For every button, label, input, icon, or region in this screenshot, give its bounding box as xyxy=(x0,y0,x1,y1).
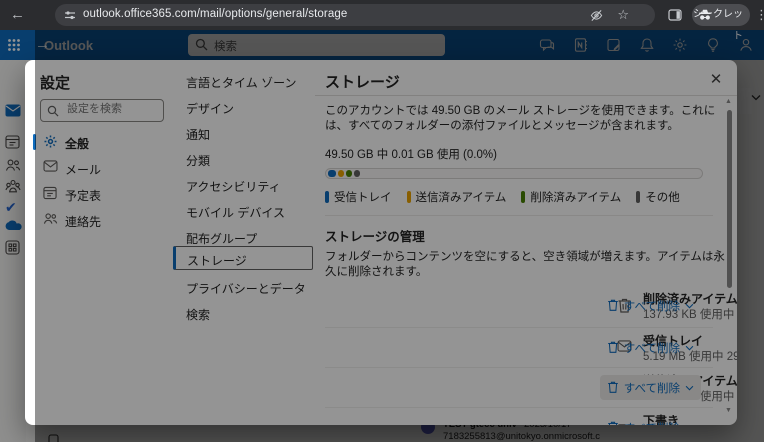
screen: ← → ⟳ outlook.office365.com/mail/options… xyxy=(0,0,764,442)
site-info-icon[interactable] xyxy=(64,9,76,21)
url-text: outlook.office365.com/mail/options/gener… xyxy=(83,8,347,20)
side-panel-icon[interactable] xyxy=(668,8,682,22)
bookmark-star-icon[interactable]: ☆ xyxy=(617,7,629,23)
incognito-icon xyxy=(698,8,712,22)
browser-back-icon[interactable]: ← xyxy=(10,0,25,30)
incognito-badge: シークレット xyxy=(692,4,750,26)
browser-menu-icon[interactable]: ⋮ xyxy=(755,0,764,30)
browser-address-bar[interactable]: outlook.office365.com/mail/options/gener… xyxy=(55,4,655,26)
browser-toolbar: ← → ⟳ outlook.office365.com/mail/options… xyxy=(0,0,764,30)
tracking-blocked-icon[interactable] xyxy=(590,9,603,22)
browser-forward-icon[interactable]: → xyxy=(35,30,764,442)
